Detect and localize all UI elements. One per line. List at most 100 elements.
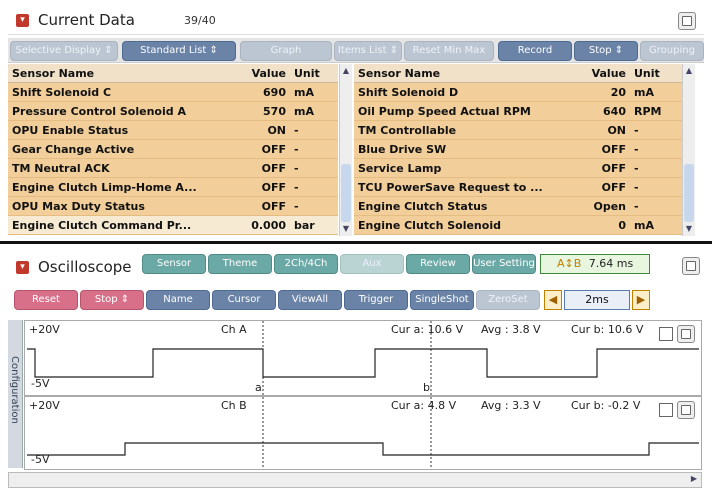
name-button[interactable]: Name [146,290,210,310]
tab-aux[interactable]: Aux [340,254,404,274]
channel-b-bottom-label: -5V [31,453,50,466]
sensor-unit: - [290,139,338,159]
table-row[interactable]: Engine Clutch Solenoid 0 mA [354,215,682,235]
maximize-icon[interactable] [678,12,696,30]
reset-button[interactable]: Reset [14,290,78,310]
table-row[interactable]: Blue Drive SW OFF - [354,139,682,159]
table-row[interactable]: Pressure Control Solenoid A 570 mA [8,101,338,121]
sensor-value: Open [572,196,630,216]
scroll-thumb[interactable] [341,164,351,222]
single-shot-button[interactable]: SingleShot [410,290,474,310]
standard-list-button[interactable]: Standard List ⇕ [122,41,236,61]
cursor-button[interactable]: Cursor [212,290,276,310]
channel-a-avg: Avg : 3.8 V [481,323,541,336]
record-button[interactable]: Record [498,41,572,61]
table-row[interactable]: Engine Clutch Status Open - [354,196,682,216]
column-header-value[interactable]: Value [238,64,290,83]
stop-button[interactable]: Stop ⇕ [80,290,144,310]
sensor-name: Engine Clutch Limp-Home A... [8,177,238,197]
table-row[interactable]: OPU Max Duty Status OFF - [8,196,338,216]
channel-a-bottom-label: -5V [31,377,50,390]
trigger-button[interactable]: Trigger [344,290,408,310]
scroll-thumb[interactable] [684,164,694,222]
panel-divider[interactable] [0,241,712,244]
table-row[interactable]: Shift Solenoid C 690 mA [8,82,338,102]
scroll-up-icon[interactable]: ▲ [341,66,351,76]
timebase-decrease-icon[interactable]: ◀ [544,290,562,310]
right-data-table: Sensor Name Value Unit Shift Solenoid D2… [354,64,682,235]
channel-b-cur-b: Cur b: -0.2 V [571,399,641,412]
oscilloscope-title: Oscilloscope [38,258,132,276]
channel-a-cur-a: Cur a: 10.6 V [391,323,464,336]
left-table-scrollbar[interactable]: ▲ ▼ [339,64,352,236]
configuration-label: Configuration [9,356,20,424]
sensor-name: TCU PowerSave Request to ... [354,177,572,197]
channel-a-name: Ch A [221,323,247,336]
sensor-name: Gear Change Active [8,139,238,159]
grouping-button[interactable]: Grouping [640,41,704,61]
tab-2ch-4ch[interactable]: 2Ch/4Ch [274,254,338,274]
sensor-unit: - [290,196,338,216]
sensor-value: ON [238,120,290,140]
items-list-button[interactable]: Items List ⇕ [334,41,402,61]
timebase-increase-icon[interactable]: ▶ [632,290,650,310]
delta-time-icon: A↕B [557,257,582,270]
table-row[interactable]: Gear Change Active OFF - [8,139,338,159]
channel-b-plot[interactable]: +20V -5V Ch B Cur a: 4.8 V Avg : 3.3 V C… [24,396,702,470]
sensor-name: TM Neutral ACK [8,158,238,178]
cursor-a-label: a [255,381,262,394]
column-header-sensor[interactable]: Sensor Name [354,64,572,83]
collapse-icon[interactable]: ▾ [16,261,29,274]
scroll-up-icon[interactable]: ▲ [684,66,694,76]
timebase-value[interactable]: 2ms [564,290,630,310]
column-header-sensor[interactable]: Sensor Name [8,64,238,83]
oscilloscope-h-scrollbar[interactable]: ▶ [8,472,702,488]
channel-b-expand-icon[interactable] [677,401,695,419]
channel-b-checkbox[interactable] [659,403,673,417]
reset-min-max-button[interactable]: Reset Min Max [404,41,494,61]
channel-a-plot[interactable]: +20V -5V Ch A Cur a: 10.6 V Avg : 3.8 V … [24,320,702,396]
column-header-unit[interactable]: Unit [630,64,682,83]
tab-theme[interactable]: Theme [208,254,272,274]
table-header-row: Sensor Name Value Unit [354,64,682,83]
stop-button[interactable]: Stop ⇕ [574,41,638,61]
selective-display-button[interactable]: Selective Display ⇕ [10,41,118,61]
table-row[interactable]: TCU PowerSave Request to ... OFF - [354,177,682,197]
scroll-right-icon[interactable]: ▶ [689,474,699,484]
table-row[interactable]: OPU Enable Status ON - [8,120,338,140]
view-all-button[interactable]: ViewAll [278,290,342,310]
sensor-value: 690 [238,82,290,102]
configuration-side-tab[interactable]: Configuration [8,320,23,468]
right-table-scrollbar[interactable]: ▲ ▼ [682,64,695,236]
tab-sensor[interactable]: Sensor [142,254,206,274]
tab-review[interactable]: Review [406,254,470,274]
sensor-value: 0 [572,215,630,235]
tab-user-setting[interactable]: User Setting [472,254,536,274]
channel-a-checkbox[interactable] [659,327,673,341]
scroll-down-icon[interactable]: ▼ [341,224,351,234]
column-header-value[interactable]: Value [572,64,630,83]
table-row[interactable]: TM Neutral ACK OFF - [8,158,338,178]
table-row[interactable]: Oil Pump Speed Actual RPM 640 RPM [354,101,682,121]
sensor-unit: mA [290,82,338,102]
table-row[interactable]: Engine Clutch Limp-Home A... OFF - [8,177,338,197]
sensor-value: ON [572,120,630,140]
sensor-name: TM Controllable [354,120,572,140]
graph-button[interactable]: Graph [240,41,332,61]
column-header-unit[interactable]: Unit [290,64,338,83]
sensor-value: 640 [572,101,630,121]
collapse-icon[interactable]: ▾ [16,14,29,27]
sensor-value: OFF [572,158,630,178]
current-data-header: ▾ Current Data 39/40 [8,8,704,35]
oscilloscope-controls: Reset Stop ⇕ Name Cursor ViewAll Trigger… [8,288,704,314]
table-row[interactable]: Shift Solenoid D 20 mA [354,82,682,102]
channel-a-expand-icon[interactable] [677,325,695,343]
table-row-selected[interactable]: Engine Clutch Command Pr... 0.000 bar [8,215,338,235]
zero-set-button[interactable]: ZeroSet [476,290,540,310]
channel-a-cur-b: Cur b: 10.6 V [571,323,644,336]
table-row[interactable]: TM Controllable ON - [354,120,682,140]
maximize-icon[interactable] [682,257,700,275]
channel-a-top-label: +20V [29,323,60,336]
table-row[interactable]: Service Lamp OFF - [354,158,682,178]
scroll-down-icon[interactable]: ▼ [684,224,694,234]
